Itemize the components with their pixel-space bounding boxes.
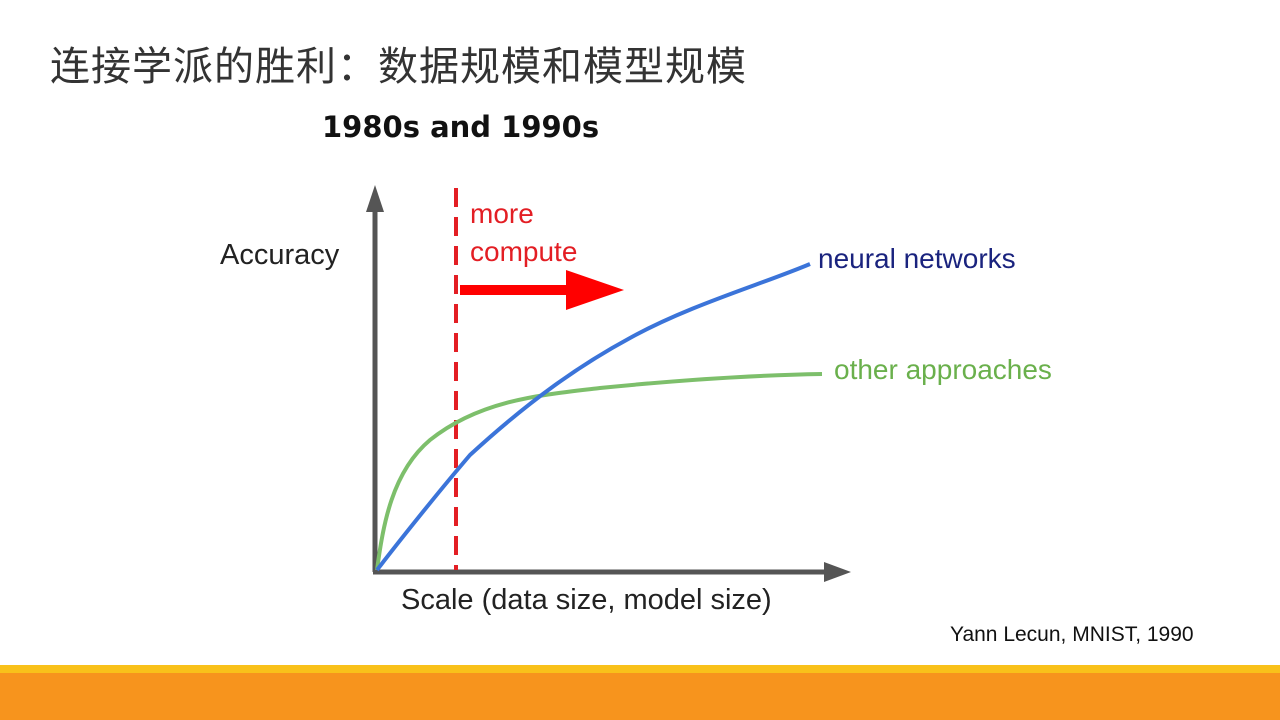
marker-label-more: more (470, 198, 534, 229)
other-approaches-label: other approaches (834, 354, 1052, 385)
scale-diagram: 1980s and 1990s Accuracy Scale (data siz… (220, 110, 1052, 616)
x-axis-arrowhead (824, 562, 851, 582)
other-approaches-curve (375, 372, 823, 571)
compute-arrow-head (566, 270, 624, 310)
neural-networks-label: neural networks (818, 243, 1016, 274)
y-axis-arrowhead (366, 185, 384, 212)
compute-arrow-shaft (460, 285, 572, 295)
citation: Yann Lecun, MNIST, 1990 (950, 623, 1194, 646)
footer-stripe (0, 665, 1280, 673)
marker-label-compute: compute (470, 236, 577, 267)
diagram-heading: 1980s and 1990s (322, 110, 599, 144)
x-axis-label: Scale (data size, model size) (401, 584, 772, 616)
neural-networks-curve (375, 262, 811, 572)
y-axis-label: Accuracy (220, 239, 340, 271)
footer-bar (0, 665, 1280, 720)
